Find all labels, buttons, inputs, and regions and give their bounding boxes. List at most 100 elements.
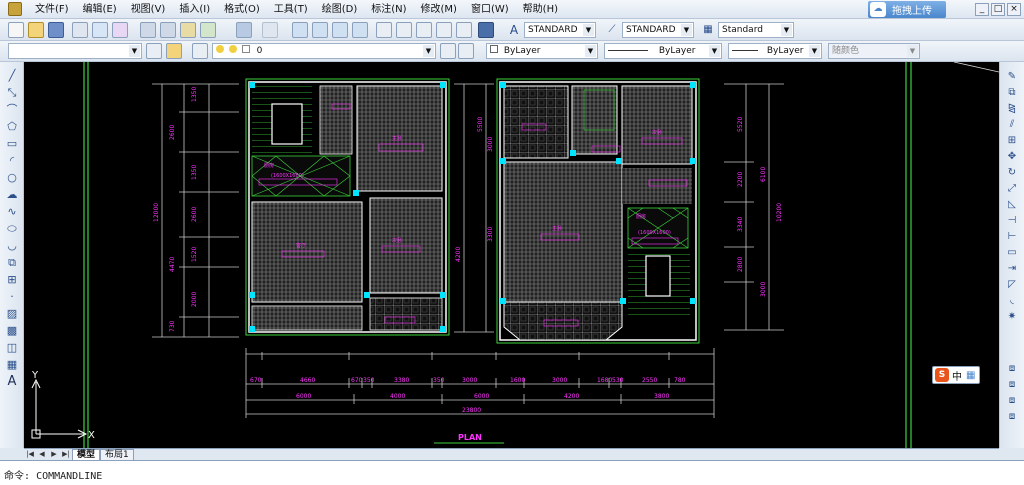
menu-help[interactable]: 帮助(H) xyxy=(516,0,565,19)
menu-format[interactable]: 格式(O) xyxy=(217,0,267,19)
ellipse-icon[interactable]: ⬭ xyxy=(4,221,20,236)
match-properties-icon[interactable] xyxy=(200,22,216,38)
layer-manager-icon[interactable] xyxy=(166,43,182,59)
zoom-realtime-icon[interactable] xyxy=(312,22,328,38)
revision-cloud-icon[interactable]: ☁ xyxy=(4,187,20,202)
array-icon[interactable]: ⊞ xyxy=(1004,134,1020,148)
send-back-icon[interactable]: ⧈ xyxy=(1004,394,1020,408)
zoom-window-icon[interactable] xyxy=(332,22,348,38)
dim-style-select[interactable]: STANDARD ▼ xyxy=(622,22,694,38)
tab-prev-icon[interactable]: ◀ xyxy=(36,449,48,460)
polyline-icon[interactable]: ⌒ xyxy=(4,102,20,117)
copy-object-icon[interactable]: ⧉ xyxy=(1004,86,1020,100)
menu-view[interactable]: 视图(V) xyxy=(124,0,173,19)
tab-last-icon[interactable]: ▶| xyxy=(60,449,72,460)
open-folder-icon[interactable] xyxy=(28,22,44,38)
construction-line-icon[interactable]: ⤡ xyxy=(4,85,20,100)
polygon-icon[interactable]: ⬠ xyxy=(4,119,20,134)
upload-button[interactable]: ☁ 拖拽上传 xyxy=(868,1,946,18)
workspace-select[interactable]: ▼ xyxy=(8,43,142,59)
menu-edit[interactable]: 编辑(E) xyxy=(76,0,124,19)
menu-window[interactable]: 窗口(W) xyxy=(464,0,516,19)
extend-icon[interactable]: ⊢ xyxy=(1004,230,1020,244)
help-icon[interactable] xyxy=(478,22,494,38)
point-icon[interactable]: · xyxy=(4,289,20,304)
restore-button[interactable]: □ xyxy=(991,3,1005,16)
rotate-icon[interactable]: ↻ xyxy=(1004,166,1020,180)
markup-icon[interactable] xyxy=(456,22,472,38)
move-icon[interactable]: ✥ xyxy=(1004,150,1020,164)
print-icon[interactable] xyxy=(72,22,88,38)
tab-layout1[interactable]: 布局1 xyxy=(100,449,134,460)
join-icon[interactable]: ⇥ xyxy=(1004,262,1020,276)
save-icon[interactable] xyxy=(48,22,64,38)
ellipse-arc-icon[interactable]: ◡ xyxy=(4,238,20,253)
menu-dimension[interactable]: 标注(N) xyxy=(364,0,413,19)
properties-icon[interactable] xyxy=(376,22,392,38)
menu-modify[interactable]: 修改(M) xyxy=(414,0,464,19)
zoom-previous-icon[interactable] xyxy=(352,22,368,38)
layer-states-icon[interactable] xyxy=(192,43,208,59)
gradient-icon[interactable]: ▩ xyxy=(4,323,20,338)
text-style-select[interactable]: STANDARD ▼ xyxy=(524,22,596,38)
make-current-icon[interactable] xyxy=(440,43,456,59)
undo-icon[interactable] xyxy=(236,22,252,38)
menu-file[interactable]: 文件(F) xyxy=(28,0,76,19)
stretch-icon[interactable]: ◺ xyxy=(1004,198,1020,212)
lineweight-select[interactable]: ByLayer ▼ xyxy=(728,43,822,59)
pan-icon[interactable] xyxy=(292,22,308,38)
make-block-icon[interactable]: ⊞ xyxy=(4,272,20,287)
tab-first-icon[interactable]: |◀ xyxy=(24,449,36,460)
tab-next-icon[interactable]: ▶ xyxy=(48,449,60,460)
command-line[interactable]: 命令: COMMANDLINE xyxy=(0,460,1024,485)
rectangle-icon[interactable]: ▭ xyxy=(4,136,20,151)
layer-select[interactable]: 0 ▼ xyxy=(212,43,436,59)
menu-draw[interactable]: 绘图(D) xyxy=(315,0,365,19)
chamfer-icon[interactable]: ◸ xyxy=(1004,278,1020,292)
table-icon[interactable]: ▦ xyxy=(4,357,20,372)
design-center-icon[interactable] xyxy=(396,22,412,38)
text-front-icon[interactable]: ⧈ xyxy=(1004,410,1020,424)
offset-icon[interactable]: ⫽ xyxy=(1004,118,1020,132)
close-button[interactable]: × xyxy=(1007,3,1021,16)
new-file-icon[interactable] xyxy=(8,22,24,38)
copy-icon[interactable] xyxy=(160,22,176,38)
app-icon[interactable] xyxy=(8,2,22,16)
ime-indicator[interactable]: S 中 ▦ xyxy=(932,366,980,384)
preview-icon[interactable] xyxy=(92,22,108,38)
draw-order-icon[interactable]: ⧈ xyxy=(1004,362,1020,376)
circle-icon[interactable]: ○ xyxy=(4,170,20,185)
publish-icon[interactable] xyxy=(112,22,128,38)
linetype-select[interactable]: ByLayer ▼ xyxy=(604,43,722,59)
table-style-select[interactable]: Standard ▼ xyxy=(718,22,794,38)
color-select[interactable]: ByLayer ▼ xyxy=(486,43,598,59)
model-space-canvas[interactable]: 主卧 厨房 (1600X1600) 客厅 次卧 1350 2600 1350 2… xyxy=(24,62,999,448)
plot-style-select[interactable]: 随颜色 ▼ xyxy=(828,43,920,59)
region-icon[interactable]: ◫ xyxy=(4,340,20,355)
mirror-icon[interactable]: ⧎ xyxy=(1004,102,1020,116)
menu-insert[interactable]: 插入(I) xyxy=(172,0,217,19)
explode-icon[interactable]: ✷ xyxy=(1004,310,1020,324)
line-icon[interactable]: ╱ xyxy=(4,68,20,83)
hatch-icon[interactable]: ▨ xyxy=(4,306,20,321)
layer-previous-icon[interactable] xyxy=(146,43,162,59)
redo-icon[interactable] xyxy=(262,22,278,38)
arc-icon[interactable]: ◜ xyxy=(4,153,20,168)
erase-icon[interactable]: ✎ xyxy=(1004,70,1020,84)
layer-iso-icon[interactable] xyxy=(458,43,474,59)
trim-icon[interactable]: ⊣ xyxy=(1004,214,1020,228)
sheet-set-icon[interactable] xyxy=(436,22,452,38)
break-icon[interactable]: ▭ xyxy=(1004,246,1020,260)
tool-palettes-icon[interactable] xyxy=(416,22,432,38)
insert-block-icon[interactable]: ⧉ xyxy=(4,255,20,270)
menu-tools[interactable]: 工具(T) xyxy=(267,0,315,19)
minimize-button[interactable]: _ xyxy=(975,3,989,16)
cut-icon[interactable] xyxy=(140,22,156,38)
spline-icon[interactable]: ∿ xyxy=(4,204,20,219)
tab-model[interactable]: 模型 xyxy=(72,449,101,460)
scale-icon[interactable]: ⤢ xyxy=(1004,182,1020,196)
fillet-icon[interactable]: ◟ xyxy=(1004,294,1020,308)
bring-front-icon[interactable]: ⧈ xyxy=(1004,378,1020,392)
multiline-text-icon[interactable]: A xyxy=(4,374,20,389)
paste-icon[interactable] xyxy=(180,22,196,38)
